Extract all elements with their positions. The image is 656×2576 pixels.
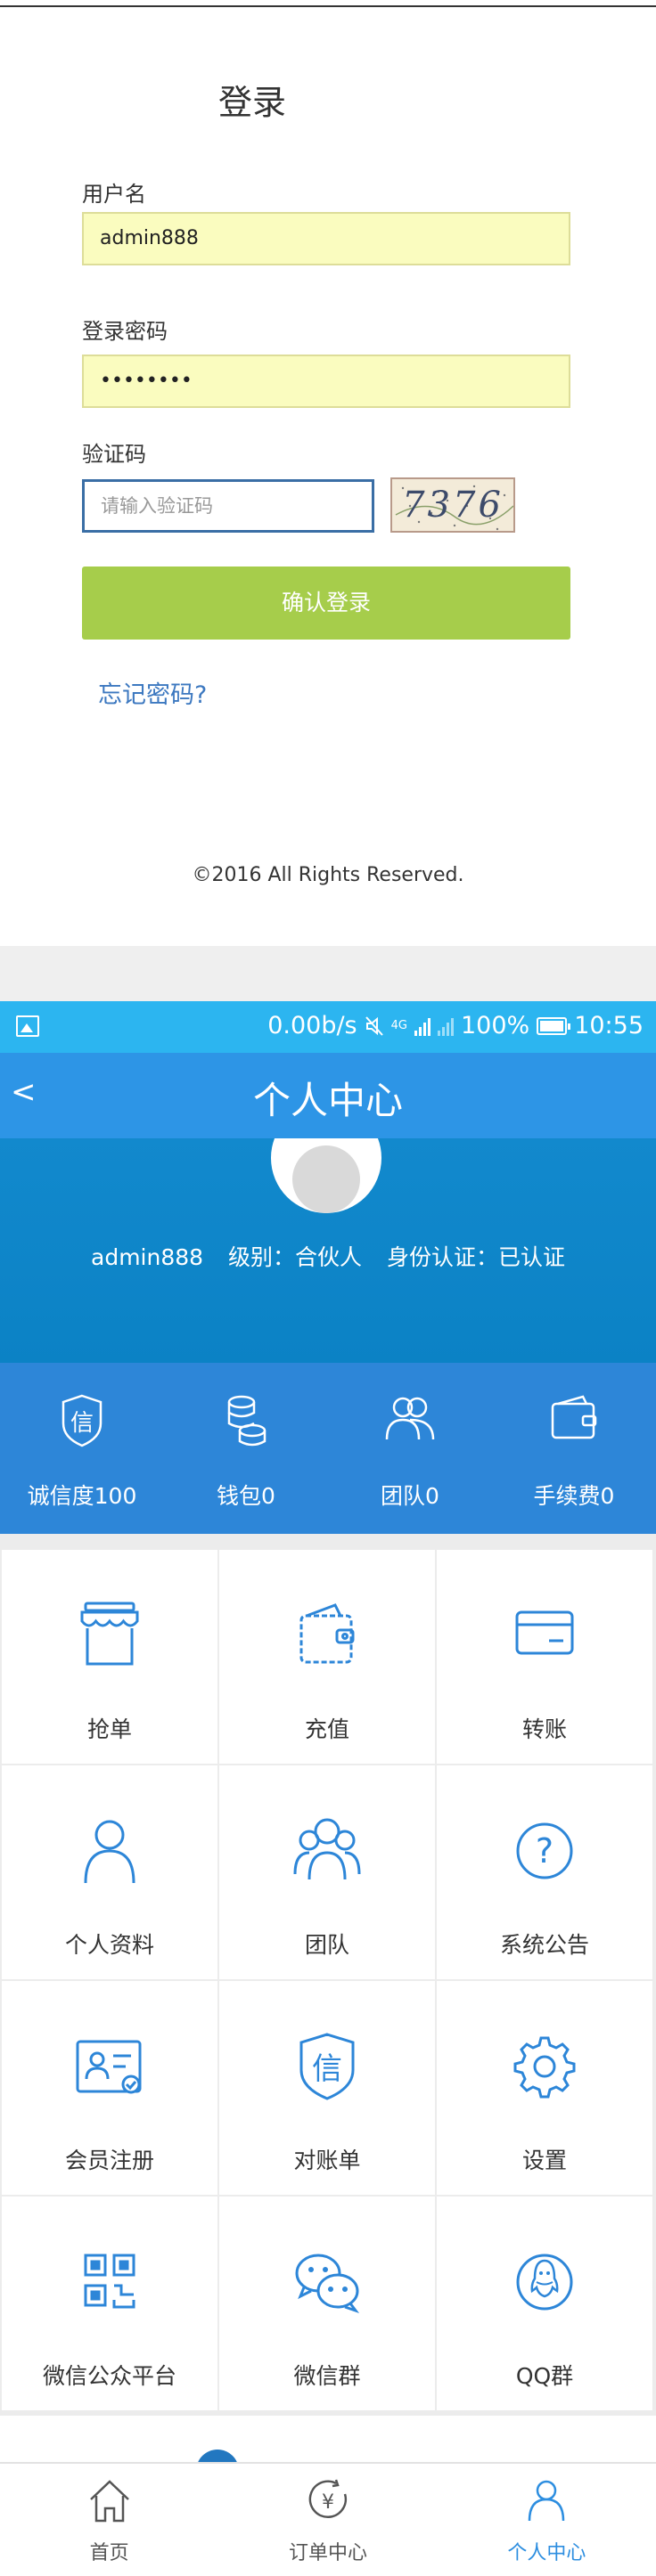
wechat-icon (295, 2254, 360, 2313)
svg-text:信: 信 (70, 1410, 94, 1437)
menu-label: 充值 (304, 1716, 349, 1742)
tab-personal-center[interactable]: 个人中心 (438, 2464, 656, 2576)
stat-wallet[interactable]: 钱包0 (164, 1363, 328, 1534)
page: 登录 用户名 admin888 登录密码 •••••••• 验证码 7376 确… (0, 0, 656, 2576)
network-speed: 0.00b/s (267, 1012, 357, 1039)
stats-bar: 信 诚信度100 钱包0 团队0 手续费0 (0, 1363, 656, 1534)
shield-xin-icon: 信 (299, 2033, 355, 2100)
qq-icon (516, 2254, 573, 2311)
menu-profile[interactable]: 个人资料 (2, 1765, 217, 1979)
coins-icon (227, 1395, 266, 1447)
tab-personal-center-label: 个人中心 (507, 2542, 586, 2564)
card-icon (515, 1610, 574, 1655)
mute-icon (365, 1015, 383, 1036)
menu-grid: 抢单 充值 转账 个人资料 团队 ? 系统公告 会员注册 信 对账单 设置 微信… (2, 1550, 652, 2410)
stat-fee-label: 手续费0 (533, 1483, 615, 1509)
menu-recharge[interactable]: 充值 (219, 1550, 435, 1764)
battery-level: 100% (460, 1012, 530, 1039)
username-label: 用户名 (82, 182, 146, 207)
login-title: 登录 (217, 83, 286, 122)
avatar[interactable] (271, 1138, 381, 1213)
battery-icon (537, 1016, 571, 1035)
menu-wechat-official[interactable]: 微信公众平台 (2, 2197, 217, 2410)
menu-grab-order[interactable]: 抢单 (2, 1550, 217, 1764)
bottom-tabbar: 首页 ¥ 订单中心 个人中心 (0, 2462, 656, 2576)
stat-credit-label: 诚信度100 (27, 1483, 137, 1509)
wallet-icon (551, 1395, 597, 1439)
menu-label: 抢单 (86, 1716, 132, 1742)
captcha-image[interactable]: 7376 (390, 477, 515, 533)
copyright-text: ©2016 All Rights Reserved. (192, 864, 464, 886)
id-card-icon (76, 2040, 142, 2094)
stat-credit[interactable]: 信 诚信度100 (0, 1363, 164, 1534)
person-icon (84, 1820, 135, 1884)
menu-team[interactable]: 团队 (219, 1765, 435, 1979)
status-bar: 0.00b/s 4G 100% 10:55 (0, 1001, 656, 1053)
question-icon: ? (516, 1822, 573, 1879)
stat-team[interactable]: 团队0 (328, 1363, 492, 1534)
menu-member-register[interactable]: 会员注册 (2, 1981, 217, 2195)
tab-orders[interactable]: ¥ 订单中心 (218, 2464, 437, 2576)
page-title: 个人中心 (252, 1079, 403, 1122)
tab-home[interactable]: 首页 (0, 2464, 218, 2576)
svg-text:信: 信 (312, 2051, 342, 2087)
svg-text:¥: ¥ (322, 2491, 334, 2514)
captcha-text: 7376 (402, 485, 504, 526)
login-section: 登录 用户名 admin888 登录密码 •••••••• 验证码 7376 确… (0, 0, 656, 946)
tab-orders-label: 订单中心 (288, 2542, 367, 2564)
menu-grid-area: 抢单 充值 转账 个人资料 团队 ? 系统公告 会员注册 信 对账单 设置 微信… (0, 1534, 656, 2416)
status-right: 0.00b/s 4G 100% 10:55 (267, 1012, 644, 1039)
clock: 10:55 (574, 1012, 644, 1039)
menu-label: 设置 (521, 2148, 567, 2173)
qr-code-icon (84, 2254, 135, 2309)
forgot-password-link[interactable]: 忘记密码? (98, 675, 207, 710)
svg-text:?: ? (536, 1831, 554, 1871)
stat-team-label: 团队0 (381, 1483, 439, 1509)
menu-label: 对账单 (293, 2148, 361, 2173)
profile-username: admin888 (91, 1244, 204, 1270)
menu-transfer[interactable]: 转账 (437, 1550, 652, 1764)
wallet-icon (299, 1603, 355, 1664)
store-icon (80, 1602, 139, 1666)
yen-icon: ¥ (308, 2479, 348, 2519)
profile-level: 级别：合伙人 (228, 1244, 363, 1270)
top-divider (0, 5, 656, 7)
menu-label: QQ群 (515, 2363, 574, 2389)
captcha-label: 验证码 (82, 442, 146, 467)
signal-icon (414, 1016, 430, 1036)
signal-secondary-icon (437, 1016, 454, 1036)
captcha-input[interactable] (82, 479, 374, 533)
menu-label: 个人资料 (64, 1932, 154, 1958)
menu-label: 微信公众平台 (42, 2363, 176, 2389)
app-header: < 个人中心 (0, 1053, 656, 1138)
network-type: 4G (390, 1019, 407, 1032)
gear-icon (513, 2036, 576, 2099)
menu-label: 系统公告 (499, 1932, 589, 1958)
menu-label: 微信群 (293, 2363, 361, 2389)
stat-fee[interactable]: 手续费0 (492, 1363, 656, 1534)
profile-info: admin888 级别：合伙人 身份认证：已认证 (0, 1240, 656, 1272)
shield-xin-icon: 信 (62, 1394, 102, 1447)
menu-qq-group[interactable]: QQ群 (437, 2197, 652, 2410)
menu-label: 团队 (304, 1932, 349, 1958)
tab-home-label: 首页 (89, 2542, 129, 2564)
menu-settings[interactable]: 设置 (437, 1981, 652, 2195)
menu-announcement[interactable]: ? 系统公告 (437, 1765, 652, 1979)
menu-label: 转账 (521, 1716, 567, 1742)
profile-verification: 身份认证：已认证 (386, 1244, 565, 1270)
gallery-notification-icon (16, 1015, 39, 1037)
password-input[interactable]: •••••••• (82, 355, 570, 408)
login-button[interactable]: 确认登录 (82, 567, 570, 640)
menu-wechat-group[interactable]: 微信群 (219, 2197, 435, 2410)
team-icon (293, 1818, 361, 1880)
home-icon (89, 2480, 129, 2523)
menu-statement[interactable]: 信 对账单 (219, 1981, 435, 2195)
person-icon (529, 2480, 565, 2522)
username-input[interactable]: admin888 (82, 212, 570, 265)
stat-wallet-label: 钱包0 (217, 1483, 275, 1509)
team-icon (385, 1397, 435, 1440)
section-gap (0, 946, 656, 1001)
password-label: 登录密码 (82, 319, 168, 344)
menu-label: 会员注册 (64, 2148, 154, 2173)
